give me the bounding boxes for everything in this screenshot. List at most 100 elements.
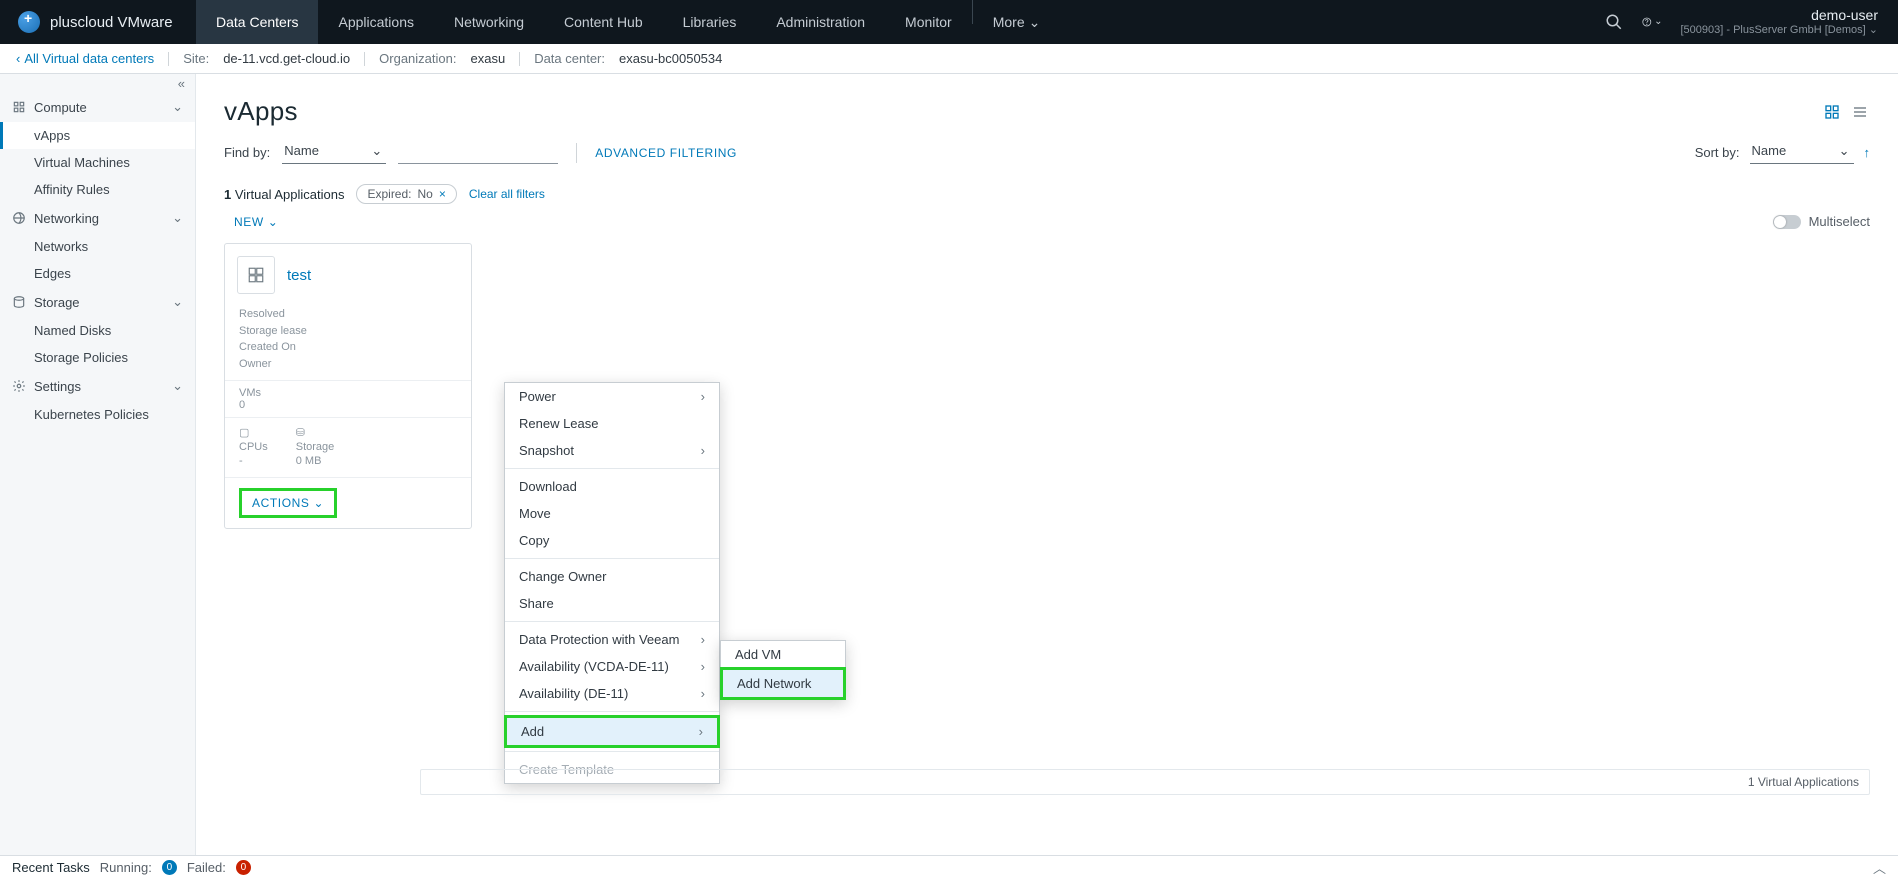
menu-download[interactable]: Download [505,473,719,500]
sidebar-settings-label: Settings [34,379,81,394]
sidebar-head-compute[interactable]: Compute ⌄ [0,92,195,122]
org-value: exasu [470,51,505,66]
topnav-libraries[interactable]: Libraries [663,0,757,44]
menu-copy[interactable]: Copy [505,527,719,554]
expand-tasks-button[interactable]: ︿ [1873,858,1886,877]
menu-share[interactable]: Share [505,590,719,617]
sidebar-item-storage-policies[interactable]: Storage Policies [0,344,195,371]
brand-logo-icon [18,11,40,33]
chevron-right-icon: › [701,389,705,404]
page-title: vApps [224,96,298,127]
main-content: vApps Find by: Name ⌄ ADVANCED FILTERING… [196,74,1898,855]
menu-availability-vcda[interactable]: Availability (VCDA-DE-11)› [505,653,719,680]
search-input[interactable] [398,142,558,164]
sidebar-compute-label: Compute [34,100,87,115]
sidebar-head-storage[interactable]: Storage ⌄ [0,287,195,317]
new-button[interactable]: NEW ⌄ [224,215,278,229]
menu-snapshot[interactable]: Snapshot › [505,437,719,464]
recent-tasks-bar[interactable]: Recent Tasks Running: 0 Failed: 0 ︿ [0,855,1898,879]
chevron-down-icon: ⌄ [1654,16,1662,27]
sidebar-item-virtual-machines[interactable]: Virtual Machines [0,149,195,176]
search-icon[interactable] [1604,12,1624,32]
actions-menu: Power› Renew Lease Snapshot › Download Mo… [504,382,720,784]
settings-icon [12,379,26,393]
topnav-content-hub[interactable]: Content Hub [544,0,663,44]
sidebar-item-vapps[interactable]: vApps [0,122,195,149]
storage-icon [12,295,26,309]
clear-filters-link[interactable]: Clear all filters [469,187,545,201]
actions-label: ACTIONS [252,496,310,510]
topnav-data-centers[interactable]: Data Centers [196,0,318,44]
crumb-divider [364,52,365,66]
user-block[interactable]: demo-user [500903] - PlusServer GmbH [De… [1680,7,1878,37]
sidebar-item-affinity-rules[interactable]: Affinity Rules [0,176,195,203]
chevron-down-icon: ⌄ [371,143,382,159]
help-icon[interactable]: ⌄ [1642,12,1662,32]
chevron-down-icon: ⌄ [268,215,279,229]
sort-by-select[interactable]: Name ⌄ [1750,141,1854,164]
find-by-label: Find by: [224,145,270,160]
user-name: demo-user [1680,7,1878,24]
topbar-right: ⌄ demo-user [500903] - PlusServer GmbH [… [1584,7,1898,37]
menu-change-owner[interactable]: Change Owner [505,563,719,590]
topnav-applications[interactable]: Applications [318,0,434,44]
sort-direction-button[interactable]: ↑ [1864,145,1871,160]
running-badge: 0 [162,860,177,875]
crumb-divider [168,52,169,66]
topnav-administration[interactable]: Administration [756,0,885,44]
chevron-down-icon: ⌄ [1869,24,1878,36]
chip-remove-icon[interactable]: × [439,187,446,201]
chevron-down-icon: ⌄ [172,378,183,394]
menu-snapshot-label: Snapshot [519,443,574,458]
sidebar-section-settings: Settings ⌄ Kubernetes Policies [0,371,195,428]
find-by-select[interactable]: Name ⌄ [282,141,386,164]
topnav-monitor[interactable]: Monitor [885,0,972,44]
sidebar-item-kubernetes-policies[interactable]: Kubernetes Policies [0,401,195,428]
menu-renew-lease[interactable]: Renew Lease [505,410,719,437]
running-label: Running: [100,860,152,875]
chevron-right-icon: › [701,443,705,458]
sidebar-collapse-button[interactable]: « [0,74,195,92]
grid-view-button[interactable] [1822,102,1842,122]
divider [576,143,577,163]
menu-divider [505,468,719,469]
topnav-networking[interactable]: Networking [434,0,544,44]
submenu-add-network[interactable]: Add Network [720,667,846,700]
filter-chip-expired[interactable]: Expired: No × [356,184,456,204]
vapp-lease-label: Storage lease [239,323,457,340]
breadcrumb-back[interactable]: ‹ All Virtual data centers [16,51,154,66]
sidebar-item-named-disks[interactable]: Named Disks [0,317,195,344]
menu-move[interactable]: Move [505,500,719,527]
vapp-status: Resolved [239,306,457,323]
list-view-button[interactable] [1850,102,1870,122]
actions-button[interactable]: ACTIONS ⌄ [239,488,337,518]
menu-add[interactable]: Add› [504,715,720,748]
multiselect-toggle[interactable] [1773,215,1801,229]
chevron-right-icon: › [701,632,705,647]
menu-veeam[interactable]: Data Protection with Veeam› [505,626,719,653]
chevron-right-icon: › [701,686,705,701]
menu-availability-de11[interactable]: Availability (DE-11)› [505,680,719,707]
org-label: Organization: [379,51,456,66]
sidebar-section-networking: Networking ⌄ Networks Edges [0,203,195,287]
dc-value: exasu-bc0050534 [619,51,722,66]
topnav-more[interactable]: More⌄ [973,0,1061,44]
sidebar-head-networking[interactable]: Networking ⌄ [0,203,195,233]
sidebar-item-edges[interactable]: Edges [0,260,195,287]
menu-power[interactable]: Power› [505,383,719,410]
sidebar-head-settings[interactable]: Settings ⌄ [0,371,195,401]
vapp-card: test Resolved Storage lease Created On O… [224,243,472,529]
submenu-add-vm[interactable]: Add VM [721,641,845,668]
cpus-value: - [239,455,268,467]
vapp-owner-label: Owner [239,356,457,373]
menu-divider [505,558,719,559]
multiselect-label: Multiselect [1809,214,1870,229]
pager-bar: 1 Virtual Applications [420,769,1870,795]
failed-badge: 0 [236,860,251,875]
vapp-vms-value: 0 [239,399,457,411]
chevron-down-icon: ⌄ [1839,143,1850,159]
sidebar-section-compute: Compute ⌄ vApps Virtual Machines Affinit… [0,92,195,203]
vapp-name-link[interactable]: test [287,267,311,284]
advanced-filtering-link[interactable]: ADVANCED FILTERING [595,146,737,160]
sidebar-item-networks[interactable]: Networks [0,233,195,260]
